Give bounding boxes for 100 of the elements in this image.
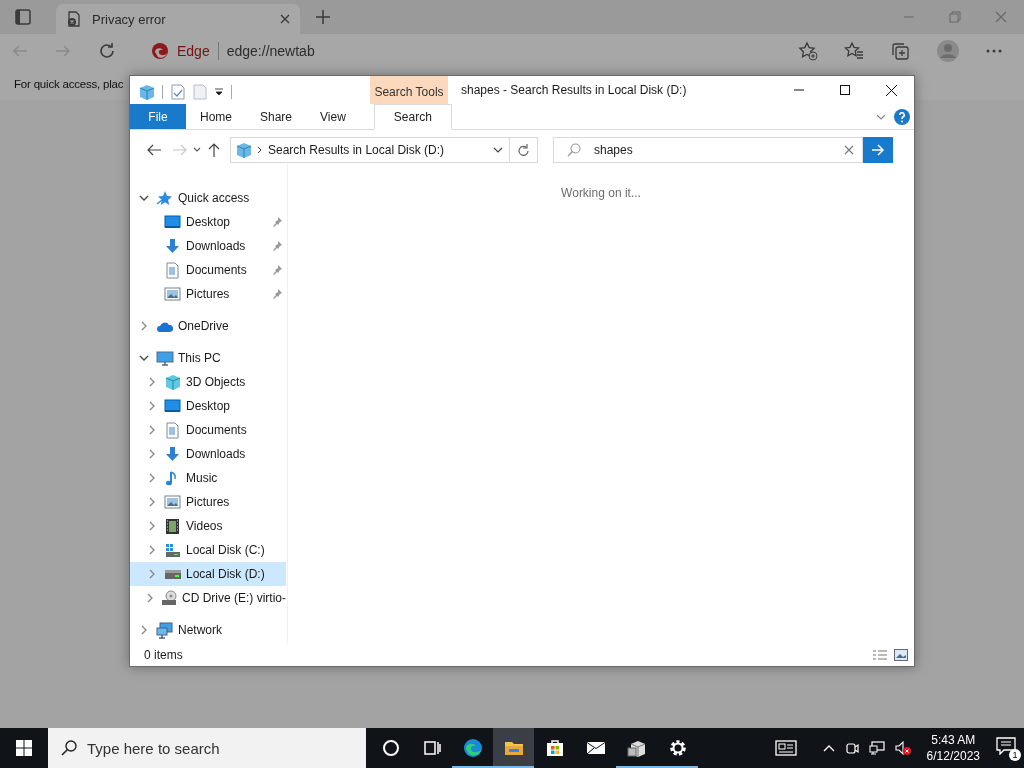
contextual-tab-group: Search Tools [370,76,448,104]
refresh-icon [517,143,530,157]
nav-item[interactable]: Pictures [130,282,286,306]
ribbon-tab[interactable]: Search [373,104,452,130]
nav-item[interactable]: Network [130,618,286,642]
picture-icon [164,493,182,511]
recent-locations-icon[interactable] [193,147,201,153]
nav-item[interactable]: CD Drive (E:) virtio- [130,586,286,610]
cortana-icon [380,738,401,758]
close-icon [885,84,897,96]
help-icon[interactable] [894,108,910,125]
document-icon [164,421,182,439]
collapse-ribbon-icon[interactable] [876,113,886,120]
notifications-button[interactable]: 1 [996,737,1018,759]
nav-item[interactable]: Quick access [130,186,286,210]
ribbon-tab[interactable]: File [130,104,186,129]
search-field[interactable]: shapes [553,137,863,163]
settings-icon [667,738,688,758]
ribbon-tab[interactable]: Home [186,104,246,129]
cd-drive-icon [160,589,178,607]
pin-icon[interactable] [272,289,282,299]
network-icon [156,621,174,639]
clear-icon[interactable] [844,145,854,155]
expand-chevron-icon[interactable] [149,401,155,411]
expand-chevron-icon[interactable] [141,321,147,331]
taskbar-search-field[interactable]: Type here to search [48,728,366,768]
taskbar-app[interactable] [493,728,534,768]
shopping-bag-icon [544,738,565,758]
maximize-icon [840,85,850,95]
nav-item[interactable]: 3D Objects [130,370,286,394]
expand-chevron-icon[interactable] [149,473,155,483]
nav-item[interactable]: Documents [130,258,286,282]
tab-title: Privacy error [92,11,167,27]
collections-icon[interactable] [890,41,910,61]
nav-item[interactable]: Downloads [130,442,286,466]
url-text[interactable]: edge://newtab [226,43,315,59]
expand-chevron-icon[interactable] [141,625,147,635]
address-bar[interactable]: Search Results in Local Disk (D:) [230,137,510,163]
expand-chevron-icon[interactable] [149,521,155,531]
back-icon[interactable] [147,144,161,156]
task-view-icon [421,738,442,758]
search-icon [61,740,77,756]
window-title: shapes - Search Results in Local Disk (D:) [461,82,687,97]
add-favorite-icon[interactable] [798,41,818,61]
nav-item[interactable]: Documents [130,418,286,442]
nav-item[interactable]: Pictures [130,490,286,514]
film-icon [164,517,182,535]
collapse-chevron-icon[interactable] [139,355,149,361]
nav-item[interactable]: Local Disk (C:) [130,538,286,562]
pin-icon[interactable] [272,241,282,251]
nav-item[interactable]: Desktop [130,394,286,418]
tab-actions-icon[interactable] [15,9,31,25]
ribbon-tab[interactable]: View [306,104,360,129]
breadcrumb-chevron-icon [257,146,262,154]
profile-avatar-icon[interactable] [936,39,960,63]
new-tab-icon[interactable] [315,9,331,25]
nav-item[interactable]: Videos [130,514,286,538]
edge-logo-icon [151,42,169,60]
expand-chevron-icon[interactable] [149,377,155,387]
close-icon[interactable] [280,14,290,24]
desktop-folder-icon [164,397,182,415]
expand-chevron-icon[interactable] [149,545,155,555]
speaker-muted-icon[interactable] [894,741,911,755]
clock[interactable]: 5:43 AM 6/12/2023 [926,732,980,764]
expand-chevron-icon[interactable] [147,593,153,603]
nav-item[interactable]: Downloads [130,234,286,258]
windows-logo-icon [16,740,32,756]
expand-chevron-icon[interactable] [149,449,155,459]
show-hidden-icons-icon[interactable] [822,744,835,752]
nav-item[interactable]: This PC [130,346,286,370]
up-icon[interactable] [208,143,220,157]
news-icon[interactable] [774,740,797,756]
download-arrow-icon [164,237,182,255]
expand-chevron-icon[interactable] [149,425,155,435]
refresh-button[interactable] [510,137,538,163]
refresh-icon[interactable] [98,42,116,60]
large-icons-view-icon[interactable] [894,649,908,661]
nav-item[interactable]: OneDrive [130,314,286,338]
nav-item[interactable]: Local Disk (D:) [130,562,286,586]
expand-chevron-icon[interactable] [149,497,155,507]
document-icon [164,261,182,279]
item-count: 0 items [144,648,183,662]
ribbon-tab[interactable]: Share [246,104,307,129]
pin-icon[interactable] [272,265,282,275]
favorites-icon[interactable] [844,41,864,61]
network-icon[interactable] [868,741,885,755]
camera-icon[interactable] [844,741,859,755]
site-label: Edge [177,43,210,59]
search-button[interactable] [863,137,893,163]
browser-tab[interactable]: Privacy error [56,4,300,34]
dropdown-icon[interactable] [215,88,223,96]
pin-icon[interactable] [272,217,282,227]
properties-icon[interactable] [171,84,185,100]
expand-chevron-icon[interactable] [149,569,155,579]
address-dropdown-icon[interactable] [493,147,503,153]
collapse-chevron-icon[interactable] [139,195,149,201]
nav-item[interactable]: Desktop [130,210,286,234]
more-menu-icon[interactable] [986,49,1002,53]
nav-item[interactable]: Music [130,466,286,490]
page-error-icon [66,11,82,27]
